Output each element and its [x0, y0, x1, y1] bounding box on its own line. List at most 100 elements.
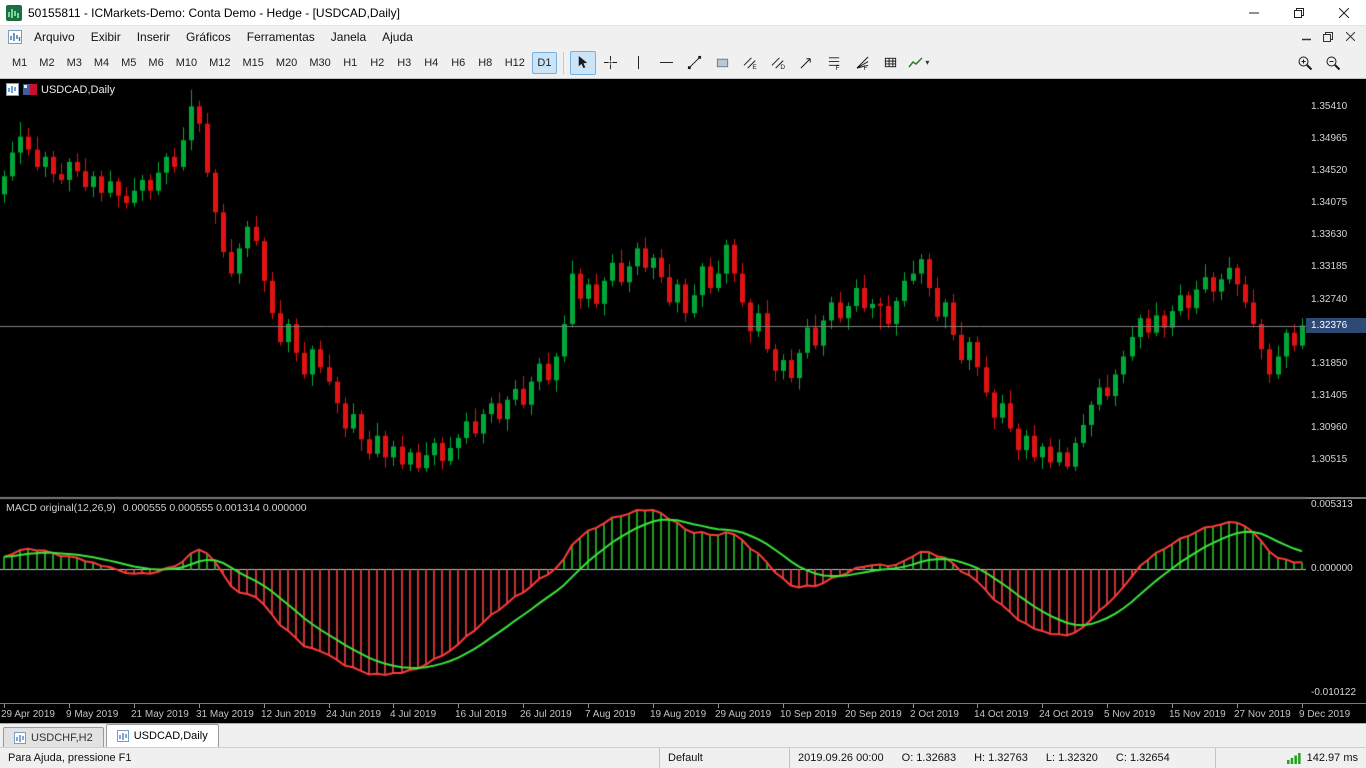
current-price-badge: 1.32376: [1306, 317, 1366, 333]
time-axis-tick: [653, 704, 654, 708]
time-axis-label: 12 Jun 2019: [261, 709, 317, 720]
equidistant-channel-tool[interactable]: E: [738, 51, 764, 75]
price-axis-label: 1.30960: [1311, 421, 1348, 433]
price-chart-canvas[interactable]: [0, 79, 1306, 703]
zoom-out-button[interactable]: [1320, 51, 1346, 75]
time-axis-label: 10 Sep 2019: [780, 709, 837, 720]
timeframe-m3-button[interactable]: M3: [62, 52, 87, 74]
chart-tab-label: USDCHF,H2: [31, 731, 93, 744]
horizontal-line-tool[interactable]: [654, 51, 680, 75]
objects-list-button[interactable]: [878, 51, 904, 75]
time-axis-tick: [523, 704, 524, 708]
macd-indicator-values: 0.000555 0.000555 0.001314 0.000000: [122, 502, 307, 514]
chart-mini-icon: [6, 83, 19, 96]
time-axis-tick: [264, 704, 265, 708]
time-axis-tick: [588, 704, 589, 708]
time-axis-label: 31 May 2019: [196, 709, 254, 720]
time-axis-tick: [977, 704, 978, 708]
timeframe-h12-button[interactable]: H12: [500, 52, 530, 74]
timeframe-h4-button[interactable]: H4: [419, 52, 444, 74]
time-axis-tick: [458, 704, 459, 708]
menu-exibir[interactable]: Exibir: [83, 28, 129, 46]
fibo-retracement-tool[interactable]: F: [822, 51, 848, 75]
close-chart-button[interactable]: [1340, 28, 1360, 45]
maximize-button[interactable]: [1276, 0, 1321, 25]
status-low: L: 1.32320: [1045, 752, 1098, 764]
restore-chart-button[interactable]: [1318, 28, 1338, 45]
zoom-in-button[interactable]: [1292, 51, 1318, 75]
timeframe-h3-button[interactable]: H3: [392, 52, 417, 74]
menu-inserir[interactable]: Inserir: [129, 28, 178, 46]
timeframe-m2-button[interactable]: M2: [34, 52, 59, 74]
timeframe-m15-button[interactable]: M15: [238, 52, 269, 74]
timeframe-m4-button[interactable]: M4: [89, 52, 114, 74]
time-axis-tick: [1042, 704, 1043, 708]
cursor-tool[interactable]: [569, 50, 596, 75]
timeframe-m6-button[interactable]: M6: [143, 52, 168, 74]
chart-plot[interactable]: USDCAD,Daily MACD original(12,26,9) 0.00…: [0, 79, 1306, 703]
status-profile: Default: [660, 748, 790, 768]
minimize-chart-button[interactable]: [1296, 28, 1316, 45]
timeframe-toolbar: M1 M2 M3 M4 M5 M6 M10 M12 M15 M20 M30 H1 H2 H3 H4 H6 H8 H…: [6, 51, 558, 74]
time-axis-label: 20 Sep 2019: [845, 709, 902, 720]
time-axis[interactable]: 29 Apr 2019 9 May 2019 21 May 2019 31 May 2…: [0, 703, 1366, 723]
chart-tab-usdcad-daily[interactable]: USDCAD,Daily: [105, 724, 219, 747]
svg-text:E: E: [753, 64, 758, 70]
time-axis-label: 24 Oct 2019: [1039, 709, 1094, 720]
timeframe-m1-button[interactable]: M1: [7, 52, 32, 74]
close-button[interactable]: [1321, 0, 1366, 25]
time-axis-tick: [4, 704, 5, 708]
pitchfork-tool[interactable]: [794, 51, 820, 75]
timeframe-h2-button[interactable]: H2: [365, 52, 390, 74]
crosshair-tool[interactable]: [598, 51, 624, 75]
svg-text:F: F: [864, 65, 868, 70]
time-axis-tick: [393, 704, 394, 708]
price-axis-label: 1.31850: [1311, 357, 1348, 369]
menu-janela[interactable]: Janela: [323, 28, 374, 46]
time-axis-tick: [848, 704, 849, 708]
menu-graficos[interactable]: Gráficos: [178, 28, 239, 46]
chart-tab-usdchf-h2[interactable]: USDCHF,H2: [3, 727, 104, 747]
shapes-tool[interactable]: [710, 51, 736, 75]
price-axis-label: 1.32740: [1311, 293, 1348, 305]
time-axis-tick: [1107, 704, 1108, 708]
time-axis-tick: [134, 704, 135, 708]
fibo-expansion-tool[interactable]: F: [850, 51, 876, 75]
menu-ferramentas[interactable]: Ferramentas: [239, 28, 323, 46]
time-axis-tick: [69, 704, 70, 708]
timeframe-m30-button[interactable]: M30: [304, 52, 335, 74]
time-axis-tick: [329, 704, 330, 708]
chart-type-dropdown[interactable]: ▾: [906, 51, 932, 75]
vertical-line-tool[interactable]: [626, 51, 652, 75]
macd-caption: MACD original(12,26,9) 0.000555 0.000555…: [6, 502, 307, 514]
time-axis-label: 5 Nov 2019: [1104, 709, 1156, 720]
title-bar: 50155811 - ICMarkets-Demo: Conta Demo - …: [0, 0, 1366, 26]
timeframe-d1-button[interactable]: D1: [531, 51, 557, 74]
timeframe-m10-button[interactable]: M10: [171, 52, 202, 74]
price-axis-label: 1.33185: [1311, 261, 1348, 273]
regression-channel-tool[interactable]: D: [766, 51, 792, 75]
time-axis-label: 9 Dec 2019: [1299, 709, 1351, 720]
app-icon: [6, 4, 22, 21]
minimize-button[interactable]: [1231, 0, 1276, 25]
menu-ajuda[interactable]: Ajuda: [374, 28, 421, 46]
macd-axis-label: 0.000000: [1311, 563, 1353, 575]
price-axis-label: 1.35410: [1311, 101, 1348, 113]
status-open: O: 1.32683: [901, 752, 957, 764]
trendline-tool[interactable]: [682, 51, 708, 75]
timeframe-h6-button[interactable]: H6: [446, 52, 471, 74]
timeframe-m20-button[interactable]: M20: [271, 52, 302, 74]
price-scale[interactable]: 1.35410 1.34965 1.34520 1.34075 1.33630 1.331…: [1306, 79, 1366, 703]
time-axis-tick: [1172, 704, 1173, 708]
menu-arquivo[interactable]: Arquivo: [26, 28, 83, 46]
chart-tab-label: USDCAD,Daily: [133, 730, 208, 742]
status-close: C: 1.32654: [1115, 752, 1170, 764]
time-axis-label: 15 Nov 2019: [1169, 709, 1226, 720]
chart-tab-icon: [116, 730, 129, 742]
chart-tab-icon: [14, 731, 26, 744]
timeframe-m12-button[interactable]: M12: [204, 52, 235, 74]
timeframe-h8-button[interactable]: H8: [473, 52, 498, 74]
timeframe-m5-button[interactable]: M5: [116, 52, 141, 74]
status-ohlc: 2019.09.26 00:00 O: 1.32683 H: 1.32763 L…: [790, 748, 1216, 768]
timeframe-h1-button[interactable]: H1: [338, 52, 363, 74]
